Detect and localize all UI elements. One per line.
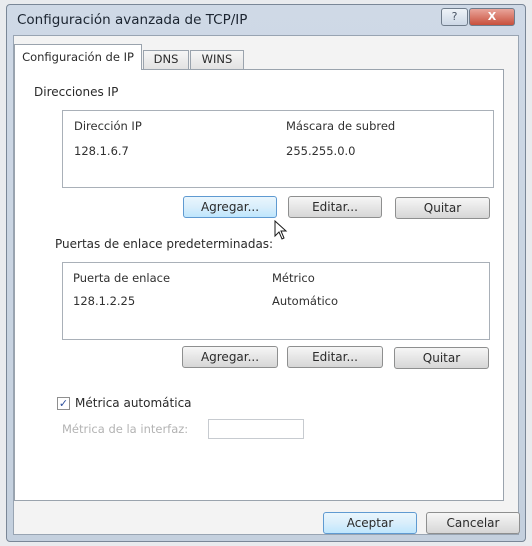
subnet-mask-value[interactable]: 255.255.0.0 [286, 144, 356, 158]
gateway-address-value[interactable]: 128.1.2.25 [73, 294, 135, 308]
column-header-ip-address: Dirección IP [74, 119, 142, 133]
title-bar[interactable]: Configuración avanzada de TCP/IP ? X [7, 5, 525, 35]
ip-addresses-heading: Direcciones IP [34, 85, 119, 99]
ip-address-value[interactable]: 128.1.6.7 [74, 144, 129, 158]
interface-metric-label: Métrica de la interfaz: [62, 422, 189, 436]
dialog-title: Configuración avanzada de TCP/IP [17, 12, 248, 28]
mouse-pointer-icon [274, 220, 288, 240]
ip-add-button[interactable]: Agregar... [183, 196, 277, 218]
auto-metric-checkbox[interactable]: ✓ [57, 397, 70, 410]
gateway-metric-value[interactable]: Automático [272, 294, 338, 308]
gateway-remove-button[interactable]: Quitar [394, 347, 489, 369]
tab-dns[interactable]: DNS [143, 50, 189, 69]
column-header-subnet-mask: Máscara de subred [286, 119, 396, 133]
interface-metric-input[interactable] [208, 419, 304, 439]
tab-ip-settings[interactable]: Configuración de IP [14, 44, 142, 70]
ok-button[interactable]: Aceptar [323, 512, 417, 534]
ip-remove-button[interactable]: Quitar [395, 197, 490, 219]
column-header-metric: Métrico [272, 271, 315, 285]
column-header-gateway: Puerta de enlace [73, 271, 171, 285]
ip-addresses-list[interactable]: Dirección IP Máscara de subred 128.1.6.7… [62, 110, 494, 188]
auto-metric-label: Métrica automática [75, 396, 192, 410]
cancel-button[interactable]: Cancelar [426, 512, 520, 534]
tab-wins[interactable]: WINS [190, 50, 244, 69]
close-button[interactable]: X [469, 8, 515, 26]
gateways-heading: Puertas de enlace predeterminadas: [55, 237, 274, 251]
help-button[interactable]: ? [441, 8, 468, 26]
gateway-add-button[interactable]: Agregar... [182, 346, 278, 368]
gateways-list[interactable]: Puerta de enlace Métrico 128.1.2.25 Auto… [62, 262, 490, 340]
ip-edit-button[interactable]: Editar... [288, 196, 382, 218]
gateway-edit-button[interactable]: Editar... [287, 346, 383, 368]
